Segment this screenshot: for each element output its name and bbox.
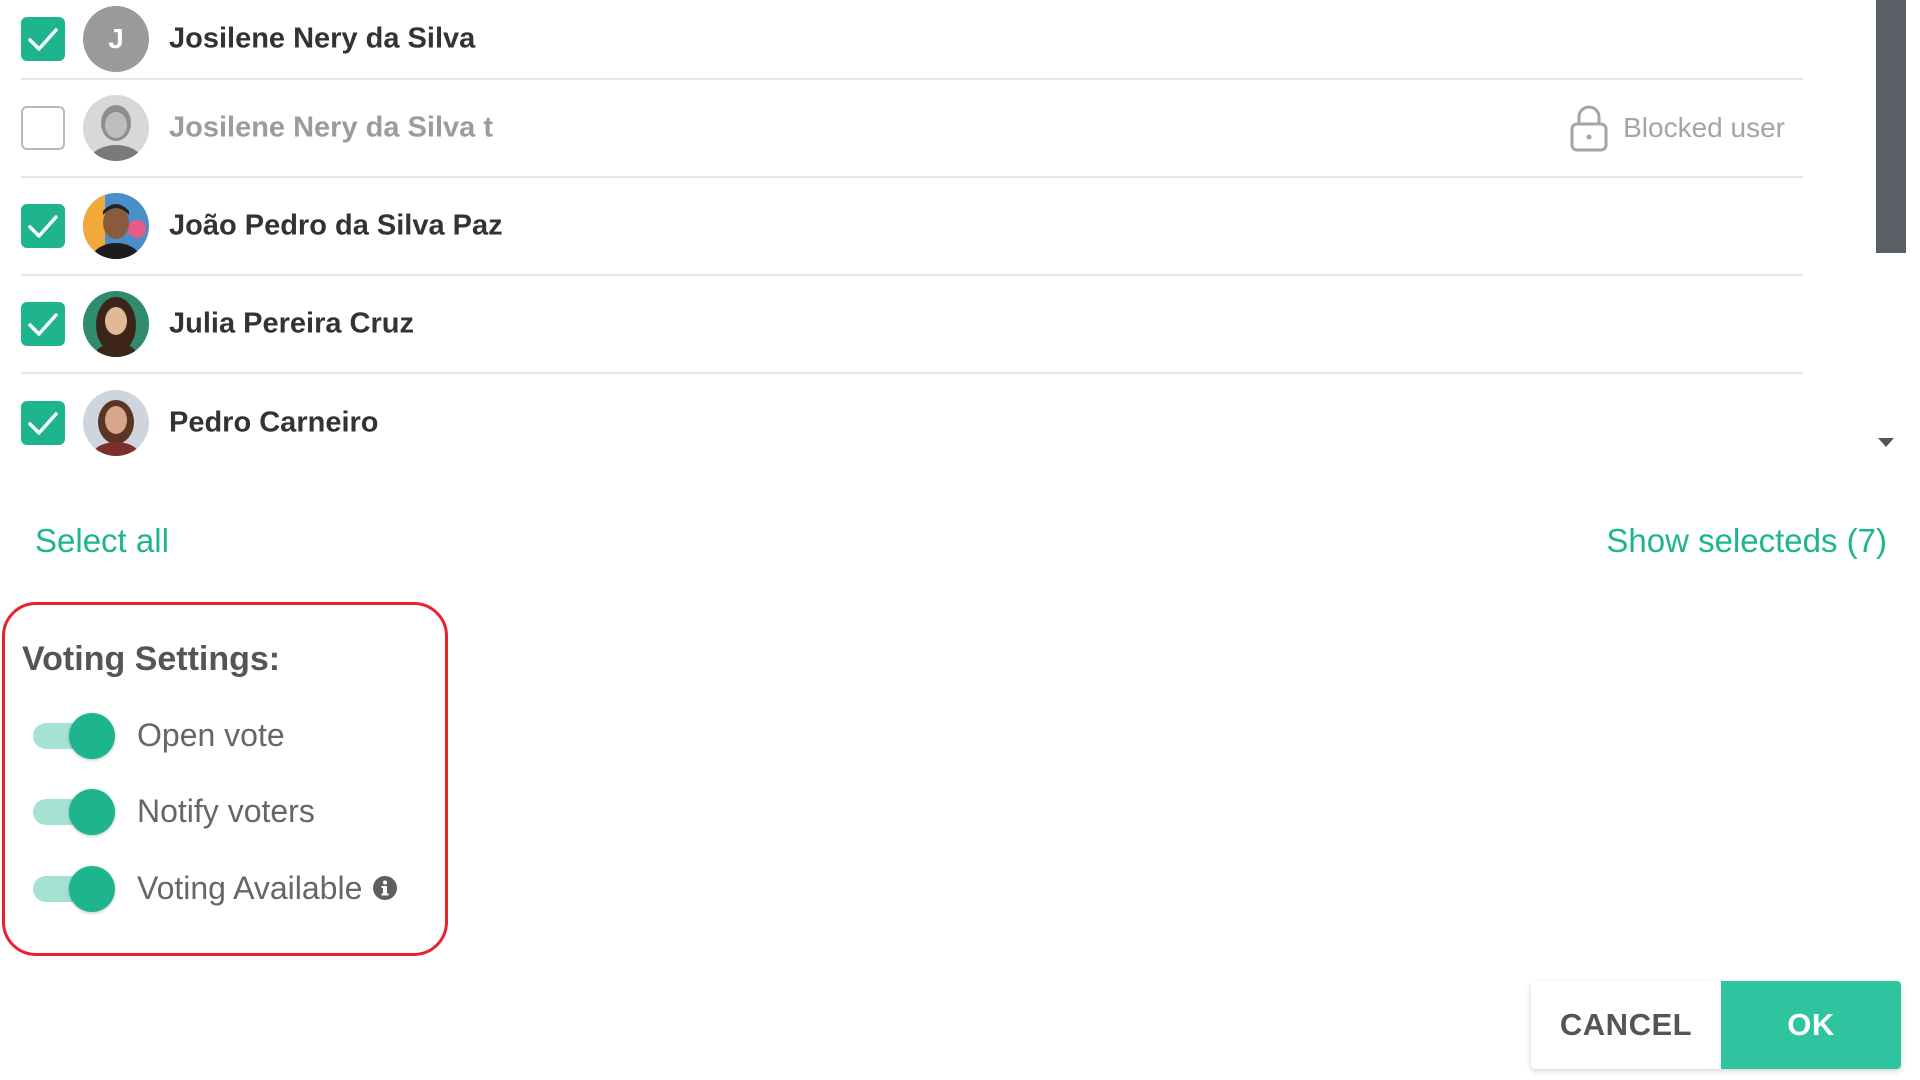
user-photo [83,390,149,456]
checkmark-icon [28,28,58,51]
notify-voters-label: Notify voters [137,792,315,829]
open-vote-toggle[interactable] [33,711,115,759]
avatar [83,95,149,161]
checkmark-icon [28,215,58,238]
voting-available-label: Voting Available [137,869,363,906]
ok-button[interactable]: OK [1721,981,1901,1069]
user-row[interactable]: J Josilene Nery da Silva [21,0,1803,80]
avatar [83,291,149,357]
notify-voters-toggle[interactable] [33,787,115,835]
checkmark-icon [28,412,58,435]
user-name: João Pedro da Silva Paz [169,209,503,242]
scrollbar-thumb[interactable] [1876,0,1906,253]
voting-dialog: J Josilene Nery da Silva Josilene Nery d… [0,0,1920,1080]
user-checkbox[interactable] [21,401,65,445]
avatar [83,390,149,456]
show-selected-link[interactable]: Show selecteds (7) [1606,522,1887,560]
select-all-link[interactable]: Select all [35,522,169,560]
notify-voters-setting: Notify voters [33,787,315,835]
user-row[interactable]: João Pedro da Silva Paz [21,178,1803,276]
user-checkbox[interactable] [21,106,65,150]
dialog-actions: CANCEL OK [1531,981,1901,1069]
user-photo [83,95,149,161]
user-checkbox[interactable] [21,302,65,346]
user-checkbox[interactable] [21,204,65,248]
user-name: Josilene Nery da Silva [169,22,476,55]
user-checkbox[interactable] [21,17,65,61]
voting-available-setting: Voting Available [33,864,398,912]
avatar-initial: J [108,23,124,54]
voting-available-toggle[interactable] [33,864,115,912]
user-name: Julia Pereira Cruz [169,307,414,340]
open-vote-setting: Open vote [33,711,285,759]
user-photo [83,291,149,357]
info-icon[interactable] [372,875,398,901]
avatar [83,193,149,259]
open-vote-label: Open vote [137,716,285,753]
blocked-user-tag: Blocked user [1569,104,1785,152]
blocked-label: Blocked user [1623,112,1785,143]
user-name: Pedro Carneiro [169,406,379,439]
voting-settings-title: Voting Settings: [22,640,281,678]
cancel-button[interactable]: CANCEL [1531,981,1721,1069]
user-photo [83,193,149,259]
lock-icon [1570,105,1608,152]
avatar: J [83,6,149,72]
checkmark-icon [28,313,58,336]
user-list: J Josilene Nery da Silva Josilene Nery d… [21,0,1803,472]
user-row[interactable]: Julia Pereira Cruz [21,276,1803,374]
user-row[interactable]: Josilene Nery da Silva t Blocked user [21,80,1803,178]
scroll-down-icon[interactable] [1878,438,1894,447]
user-name: Josilene Nery da Silva t [169,111,493,144]
user-row[interactable]: Pedro Carneiro [21,374,1803,472]
